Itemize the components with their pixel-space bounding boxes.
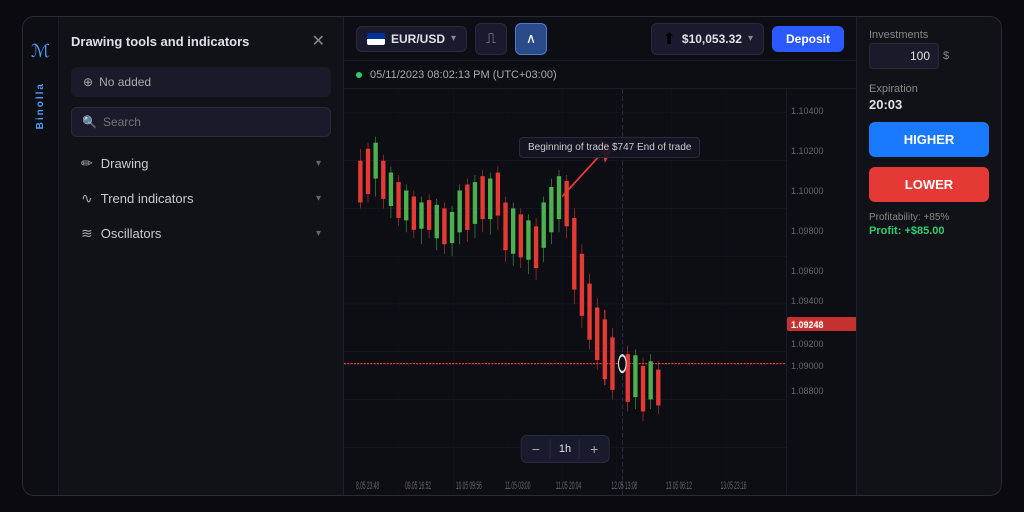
chart-type-icon: ⎍ (486, 30, 496, 47)
trend-chevron: ▾ (316, 193, 321, 204)
higher-button[interactable]: HIGHER (869, 122, 989, 157)
svg-text:13.05 06:12: 13.05 06:12 (666, 479, 692, 492)
investments-label: Investments (869, 29, 989, 41)
oscillator-label: Oscillators (101, 226, 162, 241)
indicator-button[interactable]: ∧ (515, 23, 547, 55)
svg-text:1.10400: 1.10400 (791, 106, 824, 116)
investments-section: Investments $ (869, 29, 989, 69)
status-dot (356, 72, 362, 78)
balance-selector[interactable]: ⬆ $10,053.32 ▾ (651, 23, 764, 55)
category-drawing[interactable]: ✏ Drawing ▾ (71, 147, 331, 180)
svg-text:10.05 09:56: 10.05 09:56 (456, 479, 482, 492)
svg-text:1.09600: 1.09600 (791, 266, 824, 276)
search-box[interactable]: 🔍 (71, 107, 331, 137)
zoom-in-button[interactable]: + (580, 436, 608, 462)
no-added-label: No added (99, 75, 151, 89)
no-added-button[interactable]: ⊕ No added (71, 67, 331, 97)
tool-categories: ✏ Drawing ▾ ∿ Trend indicators ▾ ≋ Oscil… (71, 147, 331, 250)
zoom-out-button[interactable]: − (522, 436, 550, 462)
svg-text:13.05 23:16: 13.05 23:16 (721, 479, 747, 492)
expiration-value: 20:03 (869, 97, 989, 112)
svg-text:1.08800: 1.08800 (791, 386, 824, 396)
svg-text:1.09800: 1.09800 (791, 226, 824, 236)
brand-name: Binolla (35, 82, 46, 129)
price-axis-svg: 1.10400 1.10200 1.10000 1.09800 1.09600 … (787, 89, 856, 409)
svg-text:12.05 13:08: 12.05 13:08 (611, 479, 637, 492)
eur-usd-flag (367, 33, 385, 45)
trend-icon: ∿ (81, 190, 93, 207)
zoom-controls: − 1h + (521, 435, 610, 463)
svg-text:11.05 03:00: 11.05 03:00 (505, 479, 531, 492)
status-bar: 05/11/2023 08:02:13 PM (UTC+03:00) (344, 61, 856, 89)
investment-input[interactable] (869, 43, 939, 69)
zoom-level: 1h (550, 439, 580, 459)
svg-text:11.05 20:04: 11.05 20:04 (556, 479, 582, 492)
svg-text:1.09400: 1.09400 (791, 296, 824, 306)
no-added-icon: ⊕ (83, 75, 93, 89)
oscillator-icon: ≋ (81, 225, 93, 242)
svg-text:1.10200: 1.10200 (791, 146, 824, 156)
oscillator-chevron: ▾ (316, 228, 321, 239)
asset-dropdown-arrow: ▾ (451, 33, 456, 44)
trend-label: Trend indicators (101, 191, 194, 206)
expiration-label: Expiration (869, 83, 918, 95)
panel-header: Drawing tools and indicators ✕ (71, 29, 331, 53)
balance-amount: $10,053.32 (682, 32, 742, 46)
lower-button[interactable]: LOWER (869, 167, 989, 202)
investment-row: $ (869, 43, 989, 69)
top-toolbar: EUR/USD ▾ ⎍ ∧ ⬆ $10,053.32 ▾ Deposit (344, 17, 856, 61)
panel-title: Drawing tools and indicators (71, 34, 249, 49)
indicator-icon: ∧ (526, 30, 536, 47)
trade-panel: Investments $ Expiration 20:03 HIGHER LO… (856, 17, 1001, 495)
chart-main[interactable]: 8.05 23:48 09.05 16:52 10.05 09:56 11.05… (344, 89, 786, 495)
drawing-icon: ✏ (81, 155, 93, 172)
drawing-tools-panel: Drawing tools and indicators ✕ ⊕ No adde… (59, 17, 344, 495)
currency-label: $ (943, 50, 949, 62)
expiration-section: Expiration 20:03 (869, 79, 989, 112)
brand-icon: ℳ (31, 41, 50, 62)
category-trend[interactable]: ∿ Trend indicators ▾ (71, 182, 331, 215)
profit-section: Profitability: +85% Profit: +$85.00 (869, 212, 989, 237)
toolbar-right: ⬆ $10,053.32 ▾ Deposit (651, 23, 844, 55)
profitability-label: Profitability: +85% (869, 212, 989, 223)
svg-text:09.05 16:52: 09.05 16:52 (405, 479, 431, 492)
profit-value: Profit: +$85.00 (869, 225, 989, 237)
close-panel-button[interactable]: ✕ (306, 29, 331, 53)
main-area: EUR/USD ▾ ⎍ ∧ ⬆ $10,053.32 ▾ Deposit (344, 17, 856, 495)
balance-dropdown-arrow: ▾ (748, 33, 753, 44)
drawing-label: Drawing (101, 156, 149, 171)
svg-text:1.09200: 1.09200 (791, 339, 824, 349)
brand-sidebar: ℳ Binolla (23, 17, 59, 495)
chart-container: 8.05 23:48 09.05 16:52 10.05 09:56 11.05… (344, 89, 856, 495)
svg-text:1.09248: 1.09248 (791, 320, 824, 330)
price-axis: 1.10400 1.10200 1.10000 1.09800 1.09600 … (786, 89, 856, 495)
toolbar-left: EUR/USD ▾ ⎍ ∧ (356, 23, 547, 55)
svg-text:1.10000: 1.10000 (791, 186, 824, 196)
balance-icon: ⬆ (662, 29, 675, 49)
svg-text:1.09000: 1.09000 (791, 361, 824, 371)
status-timestamp: 05/11/2023 08:02:13 PM (UTC+03:00) (370, 69, 557, 81)
asset-name: EUR/USD (391, 32, 445, 46)
search-icon: 🔍 (82, 115, 97, 129)
search-input[interactable] (103, 115, 320, 129)
category-oscillators[interactable]: ≋ Oscillators ▾ (71, 217, 331, 250)
deposit-button[interactable]: Deposit (772, 26, 844, 52)
chart-type-button[interactable]: ⎍ (475, 23, 507, 55)
drawing-chevron: ▾ (316, 158, 321, 169)
svg-text:8.05 23:48: 8.05 23:48 (356, 479, 379, 492)
asset-selector[interactable]: EUR/USD ▾ (356, 26, 467, 52)
